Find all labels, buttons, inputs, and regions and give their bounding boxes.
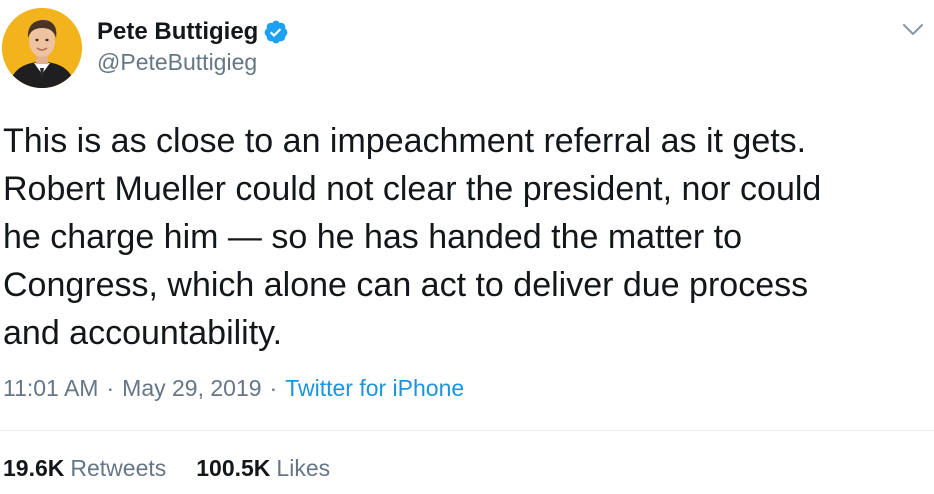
tweet-meta: 11:01 AM · May 29, 2019 · Twitter for iPhone — [3, 373, 464, 403]
tweet-date[interactable]: May 29, 2019 — [122, 375, 261, 401]
author-avatar[interactable] — [2, 8, 82, 88]
tweet-text: This is as close to an impeachment refer… — [3, 122, 822, 352]
retweets-label: Retweets — [70, 455, 167, 481]
divider — [0, 430, 934, 431]
author-handle[interactable]: @PeteButtigieg — [97, 47, 257, 77]
author-display-name[interactable]: Pete Buttigieg — [97, 17, 258, 47]
author-name-row: Pete Buttigieg — [97, 17, 289, 47]
tweet-source-link[interactable]: Twitter for iPhone — [285, 375, 464, 401]
likes-stat[interactable]: 100.5K Likes — [196, 455, 330, 481]
likes-label: Likes — [276, 455, 331, 481]
tweet-time[interactable]: 11:01 AM — [3, 375, 98, 401]
avatar-image — [2, 8, 82, 88]
likes-count: 100.5K — [196, 455, 271, 481]
chevron-down-icon[interactable] — [900, 20, 926, 40]
retweets-stat[interactable]: 19.6K Retweets — [3, 455, 166, 481]
tweet-card: Pete Buttigieg @PeteButtigieg This is as… — [0, 0, 934, 494]
tweet-stats: 19.6K Retweets 100.5K Likes — [3, 453, 330, 483]
meta-separator: · — [106, 375, 115, 401]
meta-separator: · — [269, 375, 278, 401]
retweets-count: 19.6K — [3, 455, 65, 481]
verified-badge-icon — [263, 19, 289, 45]
